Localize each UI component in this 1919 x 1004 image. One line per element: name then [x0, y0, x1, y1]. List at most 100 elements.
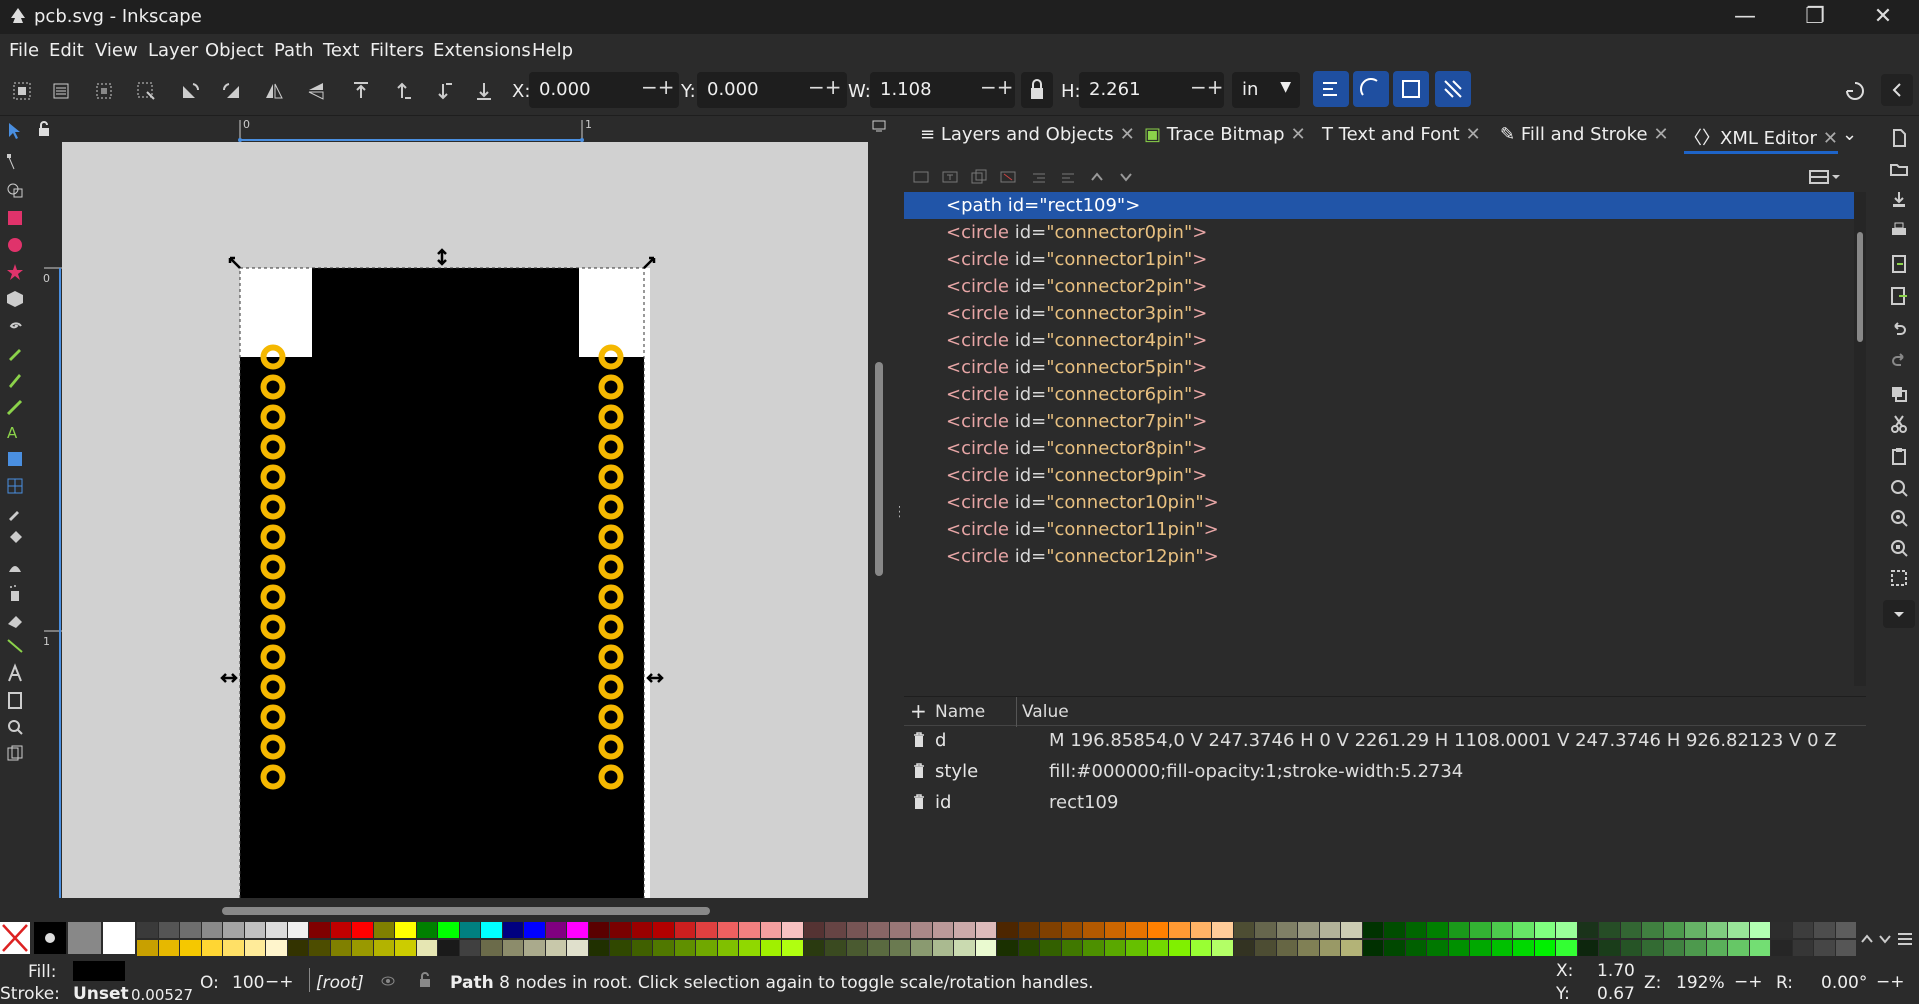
lpe-tool-icon[interactable]: [5, 663, 25, 683]
color-swatch[interactable]: [330, 940, 351, 956]
color-swatch[interactable]: [1491, 922, 1512, 938]
color-swatch[interactable]: [1405, 940, 1426, 956]
color-swatch[interactable]: [631, 922, 652, 938]
color-swatch[interactable]: [1491, 940, 1512, 956]
color-swatch[interactable]: [1147, 922, 1168, 938]
attribute-name[interactable]: id: [935, 792, 951, 813]
attribute-value[interactable]: fill:#000000;fill-opacity:1;stroke-width…: [1049, 761, 1463, 782]
xml-tree-scrollbar[interactable]: [1854, 192, 1866, 686]
layer-lock-icon[interactable]: [418, 972, 432, 988]
gray-swatch[interactable]: [68, 922, 101, 954]
attribute-value[interactable]: M 196.85854,0 V 247.3746 H 0 V 2261.29 H…: [1049, 730, 1837, 751]
color-swatch[interactable]: [567, 940, 588, 956]
eraser-tool-icon[interactable]: [5, 610, 25, 630]
color-swatch[interactable]: [244, 940, 265, 956]
menu-view[interactable]: View: [95, 40, 138, 61]
color-swatch[interactable]: [782, 940, 803, 956]
color-swatch[interactable]: [1534, 940, 1555, 956]
attribute-name[interactable]: style: [935, 761, 978, 782]
color-palette[interactable]: [0, 920, 1919, 958]
color-swatch[interactable]: [1104, 922, 1125, 938]
color-swatch[interactable]: [266, 940, 287, 956]
color-swatch[interactable]: [481, 922, 502, 938]
deselect-icon[interactable]: [93, 80, 115, 102]
color-swatch[interactable]: [1513, 940, 1534, 956]
menu-filters[interactable]: Filters: [370, 40, 424, 61]
color-swatch[interactable]: [1276, 940, 1297, 956]
no-paint-swatch[interactable]: [0, 922, 30, 954]
color-swatch[interactable]: [330, 922, 351, 938]
xml-node-row[interactable]: <circle id="connector7pin">: [904, 408, 1854, 435]
xml-node-row[interactable]: <circle id="connector11pin">: [904, 516, 1854, 543]
tab-xml-editor[interactable]: 〈〉XML Editor ✕: [1684, 124, 1838, 154]
color-swatch[interactable]: [1448, 940, 1469, 956]
color-swatch[interactable]: [438, 922, 459, 938]
color-swatch[interactable]: [438, 940, 459, 956]
w-stepper[interactable]: −+: [980, 75, 1014, 99]
save-icon[interactable]: [1889, 190, 1909, 210]
layout-options-icon[interactable]: [1808, 168, 1842, 186]
color-swatch[interactable]: [782, 922, 803, 938]
indent-node-icon[interactable]: [1059, 168, 1077, 186]
color-swatch[interactable]: [352, 940, 373, 956]
handle-left[interactable]: [220, 673, 238, 683]
color-swatch[interactable]: [1577, 922, 1598, 938]
zoom-page-icon[interactable]: [1889, 538, 1909, 558]
color-swatch[interactable]: [287, 940, 308, 956]
color-swatch[interactable]: [868, 922, 889, 938]
color-swatch[interactable]: [610, 922, 631, 938]
handle-top-right[interactable]: [643, 256, 656, 269]
color-swatch[interactable]: [1749, 940, 1770, 956]
shape-builder-icon[interactable]: [5, 180, 25, 200]
h-stepper[interactable]: −+: [1190, 75, 1224, 99]
vertical-ruler[interactable]: 0 1: [40, 142, 62, 898]
raise-node-icon[interactable]: [1088, 168, 1106, 186]
palette-scroll-down-icon[interactable]: [1878, 932, 1892, 946]
color-swatch[interactable]: [911, 922, 932, 938]
color-swatch[interactable]: [674, 922, 695, 938]
move-gradients-button[interactable]: [1393, 71, 1429, 107]
menu-path[interactable]: Path: [274, 40, 314, 61]
close-icon[interactable]: ✕: [1848, 0, 1918, 34]
scale-stroke-button[interactable]: [1313, 71, 1349, 107]
color-swatch[interactable]: [1319, 922, 1340, 938]
selector-tool-icon[interactable]: [5, 121, 25, 141]
color-swatch[interactable]: [1018, 922, 1039, 938]
calligraphy-tool-icon[interactable]: [5, 397, 25, 417]
raise-to-top-icon[interactable]: [350, 80, 372, 102]
color-swatch[interactable]: [889, 922, 910, 938]
color-swatch[interactable]: [459, 940, 480, 956]
color-swatch[interactable]: [1212, 940, 1233, 956]
color-swatch[interactable]: [588, 922, 609, 938]
tab-fill-stroke[interactable]: ✎ Fill and Stroke ✕: [1500, 124, 1669, 154]
handle-top[interactable]: [437, 248, 447, 266]
color-swatch[interactable]: [1556, 922, 1577, 938]
color-swatch[interactable]: [137, 940, 158, 956]
tab-layers-objects[interactable]: ≡ Layers and Objects ✕: [920, 124, 1135, 154]
color-swatch[interactable]: [223, 922, 244, 938]
close-tab-icon[interactable]: ✕: [1654, 124, 1669, 145]
attribute-row[interactable]: id rect109: [904, 788, 1866, 819]
rotate-stepper[interactable]: −+: [1876, 972, 1905, 992]
tab-text-font[interactable]: T Text and Font ✕: [1322, 124, 1481, 154]
redo-icon[interactable]: [1889, 351, 1909, 371]
zoom-value[interactable]: 192%: [1676, 973, 1725, 993]
color-swatch[interactable]: [373, 922, 394, 938]
flip-vertical-icon[interactable]: [305, 80, 327, 102]
rotate-value[interactable]: 0.00°: [1821, 973, 1867, 993]
color-swatch[interactable]: [1835, 922, 1856, 938]
3d-box-tool-icon[interactable]: [5, 289, 25, 309]
color-swatch[interactable]: [1362, 940, 1383, 956]
color-swatch[interactable]: [1470, 940, 1491, 956]
spray-tool-icon[interactable]: [5, 583, 25, 603]
color-swatch[interactable]: [954, 922, 975, 938]
rotate-cw-icon[interactable]: [221, 80, 243, 102]
color-swatch[interactable]: [1728, 940, 1749, 956]
menu-layer[interactable]: Layer: [148, 40, 198, 61]
lock-ratio-button[interactable]: [1021, 72, 1053, 108]
color-swatch[interactable]: [588, 940, 609, 956]
raise-icon[interactable]: [391, 80, 413, 102]
color-swatch[interactable]: [846, 940, 867, 956]
color-swatch[interactable]: [760, 940, 781, 956]
star-tool-icon[interactable]: [5, 262, 25, 282]
